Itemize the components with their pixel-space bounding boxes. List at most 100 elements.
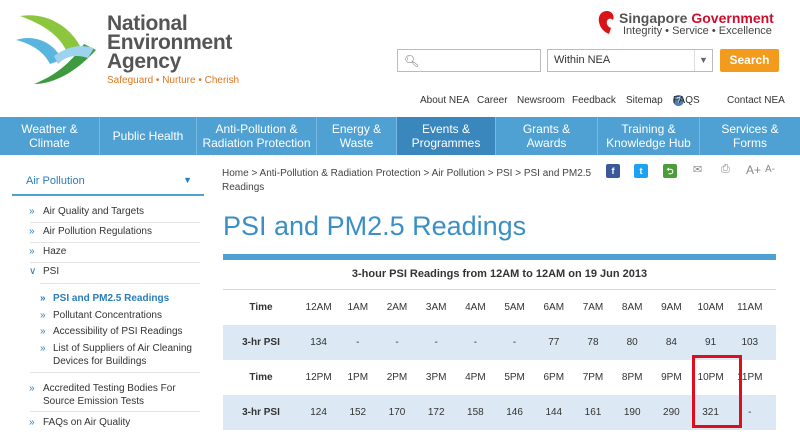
psi-cell: 158	[467, 407, 484, 418]
search-scope-select[interactable]: Within NEA ▼	[547, 49, 713, 72]
sidebar-item-faqs-air[interactable]: » FAQs on Air Quality	[29, 416, 203, 429]
nea-logo-icon[interactable]	[14, 10, 100, 88]
sidebar-item-air-quality[interactable]: » Air Quality and Targets	[29, 205, 203, 218]
psi-cell: 84	[665, 337, 677, 348]
link-sitemap[interactable]: Sitemap	[626, 95, 663, 106]
sidebar-item-label: Air Quality and Targets	[43, 206, 144, 217]
share-icon[interactable]: ⮌︎	[663, 164, 677, 178]
chevron-right-icon: »	[40, 293, 46, 304]
psi-cell: -	[512, 337, 517, 348]
sidebar-item-regulations[interactable]: » Air Pollution Regulations	[29, 225, 203, 238]
sidebar-item-accessibility[interactable]: » Accessibility of PSI Readings	[40, 325, 201, 338]
chevron-right-icon: »	[40, 343, 46, 354]
sidebar-item-psi-readings[interactable]: » PSI and PM2.5 Readings	[40, 292, 201, 305]
chevron-right-icon: »	[29, 383, 35, 394]
page-title: PSI and PM2.5 Readings	[223, 211, 527, 241]
sidebar-item-psi[interactable]: ∨ PSI	[29, 265, 203, 278]
nav-services-forms[interactable]: Services & Forms	[700, 117, 800, 155]
chevron-down-icon: ▼	[183, 175, 192, 185]
sidebar-separator	[40, 283, 200, 284]
table-row-am-time: Time 12AM 1AM 2AM 3AM 4AM 5AM 6AM 7AM 8AM 9AM 10AM 1…	[223, 290, 776, 325]
search-field[interactable]: 🔍︎	[397, 49, 541, 72]
time-cell: 4PM	[465, 372, 486, 383]
psi-cell: 152	[349, 407, 367, 418]
time-cell: 9PM	[661, 372, 682, 383]
font-decrease-icon[interactable]: A-	[765, 164, 775, 175]
chevron-right-icon: »	[29, 246, 35, 257]
sidebar-heading-label: Air Pollution	[26, 175, 85, 187]
psi-cell: 80	[626, 337, 638, 348]
nav-anti-pollution[interactable]: Anti-Pollution & Radiation Protection	[197, 117, 317, 155]
gov-title-singapore: Singapore	[619, 10, 688, 26]
page: { "header": { "logo_lines": ["National",…	[0, 0, 800, 436]
sidebar-separator	[30, 411, 200, 412]
time-cell: 6AM	[543, 302, 565, 313]
highlight-box-10pm	[692, 355, 742, 428]
time-cell: 10AM	[697, 302, 724, 313]
link-about-nea[interactable]: About NEA	[420, 95, 469, 106]
time-cell: 2PM	[386, 372, 408, 383]
search-icon: 🔍︎	[404, 54, 420, 68]
chevron-right-icon: »	[40, 326, 46, 337]
link-contact-nea[interactable]: Contact NEA	[727, 95, 785, 106]
nav-events-programmes[interactable]: Events & Programmes	[397, 117, 496, 155]
sidebar-item-haze[interactable]: » Haze	[29, 245, 203, 258]
table-top-rule	[223, 254, 776, 260]
sidebar-separator	[30, 222, 200, 223]
sidebar-item-testing-bodies[interactable]: » Accredited Testing Bodies For Source Em…	[29, 382, 203, 408]
breadcrumb[interactable]: Home > Anti-Pollution & Radiation Protec…	[222, 167, 602, 195]
sidebar-item-suppliers[interactable]: » List of Suppliers of Air Cleaning Devic…	[40, 342, 201, 368]
time-cell: 7AM	[582, 302, 604, 313]
psi-cell: 172	[427, 407, 445, 418]
time-cell: 7PM	[582, 372, 604, 383]
sidebar-item-label: PSI and PM2.5 Readings	[53, 293, 170, 304]
row-label: Time	[249, 372, 273, 383]
search-button[interactable]: Search	[720, 49, 779, 72]
print-icon[interactable]: ⎙︎	[721, 163, 730, 176]
psi-cell: 77	[548, 337, 560, 348]
link-career[interactable]: Career	[477, 95, 508, 106]
psi-cell: 78	[587, 337, 599, 348]
time-cell: 5AM	[504, 302, 525, 313]
row-label: Time	[249, 302, 273, 313]
time-cell: 8PM	[621, 372, 643, 383]
logo-tagline: Safeguard • Nurture • Cherish	[107, 75, 240, 86]
nav-public-health[interactable]: Public Health	[100, 117, 197, 155]
sidebar-item-label: Pollutant Concentrations	[53, 310, 162, 321]
facebook-icon[interactable]: f	[606, 164, 620, 178]
sidebar-item-label: PSI	[43, 266, 60, 277]
nea-logo-text[interactable]: National Environment Agency Safeguard • …	[107, 13, 240, 86]
time-cell: 9AM	[661, 302, 682, 313]
row-label: 3-hr PSI	[242, 407, 280, 418]
link-feedback[interactable]: Feedback	[572, 95, 616, 106]
nav-grants-awards[interactable]: Grants & Awards	[496, 117, 598, 155]
email-icon[interactable]: ✉︎	[693, 163, 702, 176]
time-cell: 1PM	[347, 372, 369, 383]
nav-weather-climate[interactable]: Weather & Climate	[0, 117, 100, 155]
sidebar-item-label: Accredited Testing Bodies For Source Emi…	[43, 383, 176, 407]
psi-cell: 134	[310, 337, 327, 348]
chevron-down-icon: ▼	[694, 50, 712, 71]
search-input[interactable]	[420, 52, 538, 69]
psi-cell: -	[434, 337, 438, 348]
sidebar-item-label: Air Pollution Regulations	[43, 226, 152, 237]
psi-cell: 290	[663, 407, 680, 418]
twitter-icon[interactable]: t	[634, 164, 648, 178]
psi-cell: -	[395, 337, 399, 348]
time-cell: 2AM	[386, 302, 408, 313]
main-nav: Weather & Climate Public Health Anti-Poll…	[0, 117, 800, 155]
chevron-right-icon: »	[29, 206, 35, 217]
time-cell: 3PM	[425, 372, 447, 383]
sidebar-item-pollutants[interactable]: » Pollutant Concentrations	[40, 309, 201, 322]
psi-cell: 144	[545, 407, 563, 418]
nav-energy-waste[interactable]: Energy & Waste	[317, 117, 397, 155]
sidebar-heading[interactable]: Air Pollution ▼	[12, 171, 204, 193]
sidebar-item-label: Accessibility of PSI Readings	[53, 326, 183, 337]
table-caption: 3-hour PSI Readings from 12AM to 12AM on…	[351, 268, 648, 280]
logo-line-3: Agency	[107, 50, 182, 73]
psi-cell: 170	[388, 407, 406, 418]
row-label: 3-hr PSI	[242, 337, 280, 348]
nav-training-knowledge[interactable]: Training & Knowledge Hub	[598, 117, 700, 155]
link-newsroom[interactable]: Newsroom	[517, 95, 565, 106]
font-increase-icon[interactable]: A+	[746, 163, 761, 177]
